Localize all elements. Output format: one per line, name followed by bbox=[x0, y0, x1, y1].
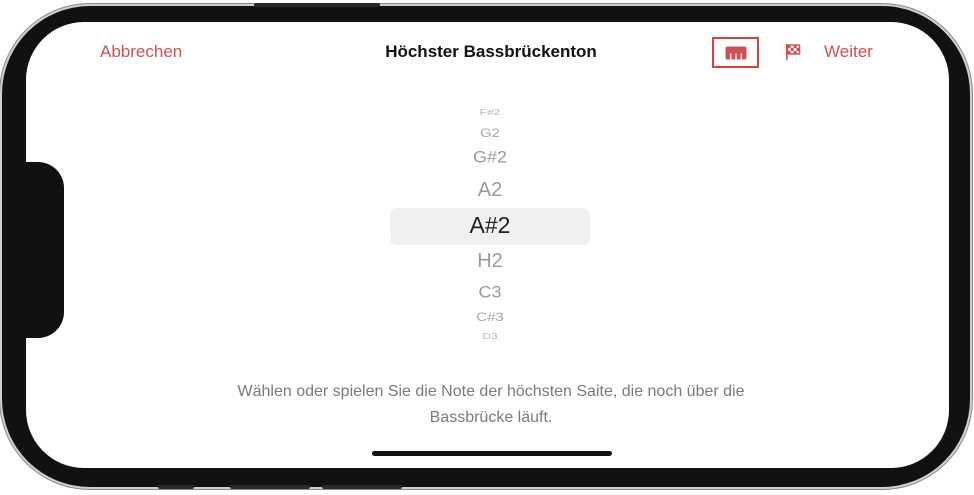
piano-toggle-button[interactable] bbox=[712, 37, 759, 68]
page-title: Höchster Bassbrückenton bbox=[385, 42, 597, 61]
app-screen: Abbrechen Höchster Bassbrückenton Weiter… bbox=[26, 22, 949, 468]
piano-keyboard-icon bbox=[725, 46, 746, 59]
instruction-text: Wählen oder spielen Sie die Note der höc… bbox=[26, 379, 949, 431]
home-indicator bbox=[372, 451, 612, 456]
phone-frame: Abbrechen Höchster Bassbrückenton Weiter… bbox=[2, 3, 970, 489]
picker-note[interactable]: C#3 bbox=[390, 311, 590, 323]
picker-note[interactable]: G#2 bbox=[390, 149, 590, 166]
picker-note[interactable]: G2 bbox=[390, 127, 590, 139]
checkered-flag-button[interactable] bbox=[784, 42, 804, 62]
next-button[interactable]: Weiter bbox=[824, 42, 873, 62]
bottom-side-button-3 bbox=[322, 485, 402, 489]
picker-note-selected[interactable]: A#2 bbox=[390, 214, 590, 237]
camera-notch bbox=[26, 162, 64, 338]
bottom-side-button-2 bbox=[230, 485, 310, 489]
note-picker[interactable]: F#2 G2 G#2 A2 A#2 H2 C3 C#3 D3 bbox=[390, 102, 590, 352]
checkered-flag-icon bbox=[786, 44, 801, 60]
top-side-button bbox=[254, 3, 380, 7]
picker-note[interactable]: D3 bbox=[390, 332, 590, 340]
picker-note[interactable]: A2 bbox=[390, 180, 590, 200]
picker-note[interactable]: C3 bbox=[390, 284, 590, 301]
picker-note[interactable]: H2 bbox=[390, 251, 590, 271]
bottom-side-button-1 bbox=[158, 485, 194, 489]
instruction-line-1: Wählen oder spielen Sie die Note der höc… bbox=[237, 383, 745, 400]
instruction-line-2: Bassbrücke läuft. bbox=[429, 409, 553, 426]
picker-note[interactable]: F#2 bbox=[390, 108, 590, 116]
